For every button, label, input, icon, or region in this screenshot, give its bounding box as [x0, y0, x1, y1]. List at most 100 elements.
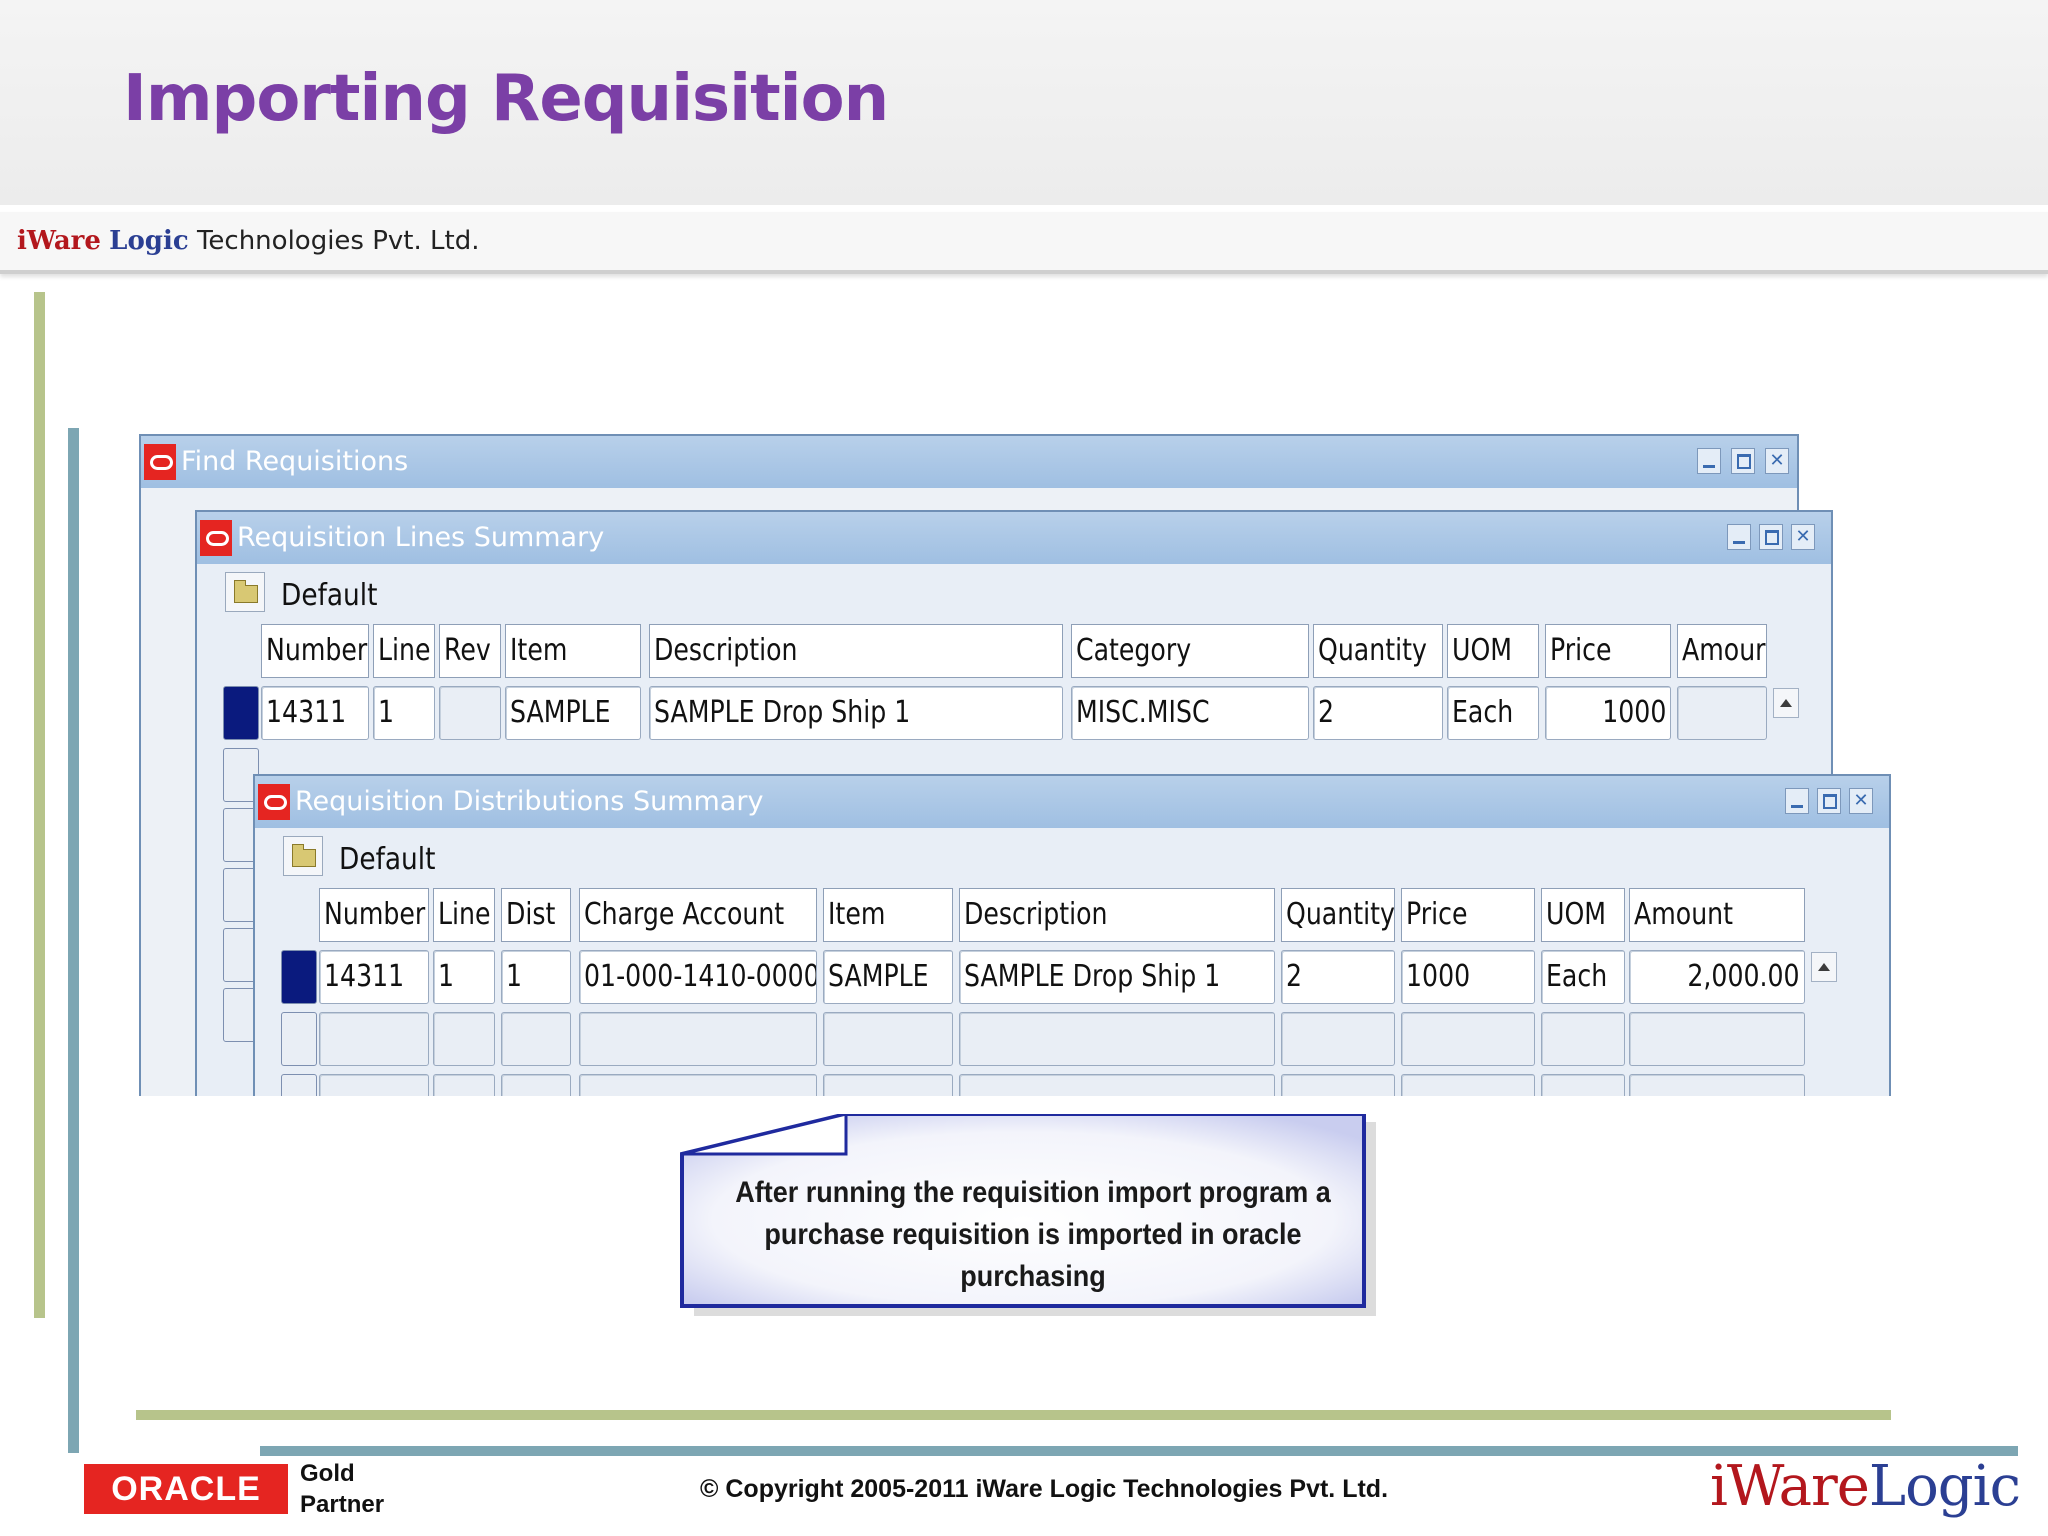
decor-horizontal-green-bar	[136, 1410, 1891, 1420]
requisition-distributions-title: Requisition Distributions Summary	[295, 786, 764, 817]
oracle-forms-screenshot: ✕ L Find Requisitions ✕ Requisition Line…	[139, 432, 1975, 1096]
dist-empty-cell[interactable]	[1401, 1074, 1535, 1096]
lines-col-item: Item	[505, 624, 641, 678]
dist-empty-cell[interactable]	[1401, 1012, 1535, 1066]
lines-cell-quantity[interactable]: 2	[1313, 686, 1443, 740]
requisition-lines-titlebar[interactable]: Requisition Lines Summary ✕	[197, 512, 1831, 564]
oracle-logo: ORACLE	[84, 1464, 288, 1514]
dist-minimize-button[interactable]	[1785, 788, 1809, 814]
lines-minimize-button[interactable]	[1727, 524, 1751, 550]
dist-empty-cell[interactable]	[501, 1074, 571, 1096]
oracle-window-icon	[200, 520, 232, 556]
lines-col-line: Line	[373, 624, 435, 678]
decor-vertical-green-bar	[34, 292, 45, 1318]
lines-cell-line[interactable]: 1	[373, 686, 435, 740]
lines-col-uom: UOM	[1447, 624, 1539, 678]
lines-cell-rev[interactable]	[439, 686, 501, 740]
gold-text: Gold	[300, 1460, 355, 1487]
lines-col-quantity: Quantity	[1313, 624, 1443, 678]
callout-text: After running the requisition import pro…	[735, 1176, 1331, 1293]
lines-row-selector[interactable]	[223, 686, 259, 740]
oracle-window-icon	[258, 784, 290, 820]
dist-cell-number[interactable]: 14311	[319, 950, 429, 1004]
dist-empty-cell[interactable]	[1281, 1012, 1395, 1066]
dist-cell-line[interactable]: 1	[433, 950, 495, 1004]
dist-maximize-button[interactable]	[1817, 788, 1841, 814]
dist-col-item: Item	[823, 888, 953, 942]
dist-col-description: Description	[959, 888, 1275, 942]
dist-col-number: Number	[319, 888, 429, 942]
dist-cell-description[interactable]: SAMPLE Drop Ship 1	[959, 950, 1275, 1004]
dist-empty-cell[interactable]	[319, 1074, 429, 1096]
lines-cell-amount[interactable]	[1677, 686, 1767, 740]
dist-cell-price[interactable]: 1000	[1401, 950, 1535, 1004]
lines-col-category: Category	[1071, 624, 1309, 678]
dist-empty-cell[interactable]	[1541, 1012, 1625, 1066]
iwarelogic-logo: iWareLogic	[1710, 1454, 2021, 1519]
dist-empty-cell[interactable]	[823, 1074, 953, 1096]
dist-empty-cell[interactable]	[1629, 1012, 1805, 1066]
dist-folder-button[interactable]	[283, 836, 323, 876]
folder-icon	[234, 580, 258, 603]
dist-empty-cell[interactable]	[501, 1012, 571, 1066]
brand-logic: Logic	[1868, 1454, 2021, 1519]
lines-cell-price[interactable]: 1000	[1545, 686, 1671, 740]
dist-col-amount: Amount	[1629, 888, 1805, 942]
dist-empty-cell[interactable]	[579, 1012, 817, 1066]
lines-cell-description[interactable]: SAMPLE Drop Ship 1	[649, 686, 1063, 740]
lines-folder-button[interactable]	[225, 572, 265, 612]
requisition-lines-title: Requisition Lines Summary	[237, 522, 605, 553]
lines-col-rev: Rev	[439, 624, 501, 678]
find-requisitions-title: Find Requisitions	[181, 446, 409, 477]
dist-close-button[interactable]: ✕	[1849, 788, 1873, 814]
dist-row-selector-empty[interactable]	[281, 1074, 317, 1096]
dist-empty-cell[interactable]	[433, 1012, 495, 1066]
decor-vertical-blue-bar	[68, 428, 79, 1453]
lines-cell-item[interactable]: SAMPLE	[505, 686, 641, 740]
dist-row-selector[interactable]	[281, 950, 317, 1004]
dist-empty-cell[interactable]	[433, 1074, 495, 1096]
dist-folder-label: Default	[339, 842, 436, 877]
dist-empty-cell[interactable]	[1281, 1074, 1395, 1096]
lines-scroll-up-button[interactable]	[1773, 688, 1799, 718]
lines-maximize-button[interactable]	[1759, 524, 1783, 550]
dist-empty-cell[interactable]	[1629, 1074, 1805, 1096]
brand-iware: iWare	[1710, 1454, 1870, 1519]
copyright-text: © Copyright 2005-2011 iWare Logic Techno…	[700, 1475, 1389, 1503]
dist-empty-cell[interactable]	[1541, 1074, 1625, 1096]
lines-cell-uom[interactable]: Each	[1447, 686, 1539, 740]
lines-folder-label: Default	[281, 578, 378, 613]
dist-col-line: Line	[433, 888, 495, 942]
requisition-distributions-titlebar[interactable]: Requisition Distributions Summary ✕	[255, 776, 1889, 828]
dist-cell-quantity[interactable]: 2	[1281, 950, 1395, 1004]
lines-close-button[interactable]: ✕	[1791, 524, 1815, 550]
company-name: iWare Logic Technologies Pvt. Ltd.	[17, 226, 479, 256]
lines-col-price: Price	[1545, 624, 1671, 678]
find-minimize-button[interactable]	[1697, 448, 1721, 474]
lines-col-number: Number	[261, 624, 369, 678]
dist-cell-amount[interactable]: 2,000.00	[1629, 950, 1805, 1004]
dist-cell-item[interactable]: SAMPLE	[823, 950, 953, 1004]
lines-cell-category[interactable]: MISC.MISC	[1071, 686, 1309, 740]
dist-empty-cell[interactable]	[823, 1012, 953, 1066]
dist-empty-cell[interactable]	[959, 1012, 1275, 1066]
company-logic: Logic	[109, 226, 189, 256]
gold-partner-label: Gold Partner	[300, 1458, 384, 1520]
dist-scroll-up-button[interactable]	[1811, 952, 1837, 982]
oracle-window-icon	[144, 444, 176, 480]
slide-title: Importing Requisition	[123, 62, 889, 136]
company-iware: iWare	[17, 226, 101, 256]
find-close-button[interactable]: ✕	[1765, 448, 1789, 474]
dist-cell-dist[interactable]: 1	[501, 950, 571, 1004]
dist-col-uom: UOM	[1541, 888, 1625, 942]
dist-col-price: Price	[1401, 888, 1535, 942]
dist-cell-charge-account[interactable]: 01-000-1410-0000-	[579, 950, 817, 1004]
dist-empty-cell[interactable]	[319, 1012, 429, 1066]
lines-cell-number[interactable]: 14311	[261, 686, 369, 740]
dist-row-selector-empty[interactable]	[281, 1012, 317, 1066]
dist-empty-cell[interactable]	[959, 1074, 1275, 1096]
dist-empty-cell[interactable]	[579, 1074, 817, 1096]
find-maximize-button[interactable]	[1731, 448, 1755, 474]
find-requisitions-titlebar[interactable]: Find Requisitions ✕	[141, 436, 1797, 488]
dist-cell-uom[interactable]: Each	[1541, 950, 1625, 1004]
